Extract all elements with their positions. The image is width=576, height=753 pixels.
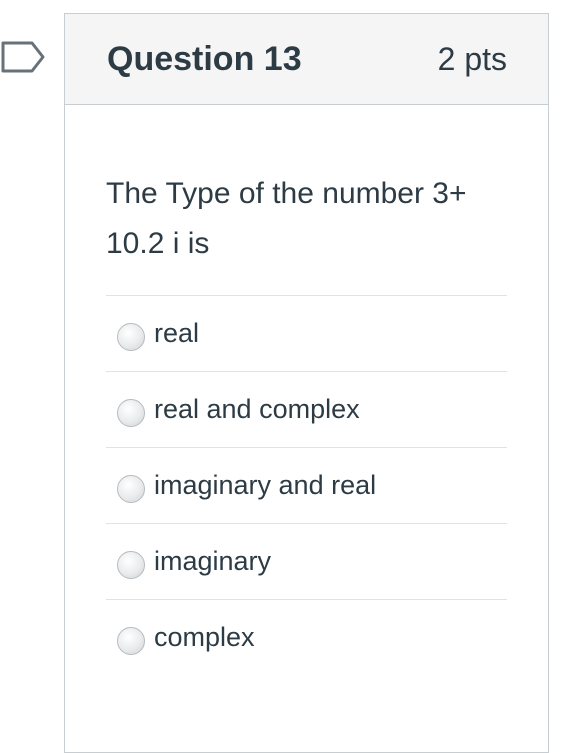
answer-label: real bbox=[154, 318, 200, 348]
question-text: The Type of the number 3+ 10.2 i is bbox=[106, 177, 467, 260]
flag-question-button[interactable] bbox=[0, 40, 48, 74]
question-card: Question 13 2 pts The Type of the number… bbox=[64, 13, 549, 753]
question-points: 2 pts bbox=[437, 40, 507, 77]
answer-label: real and complex bbox=[154, 394, 360, 424]
question-header: Question 13 2 pts bbox=[65, 14, 548, 105]
answer-list: real real and complex imaginary and real… bbox=[106, 295, 507, 675]
answer-label: complex bbox=[154, 622, 255, 652]
answer-label: imaginary and real bbox=[154, 470, 377, 500]
flag-icon bbox=[1, 41, 45, 73]
answer-option[interactable]: real and complex bbox=[106, 372, 507, 448]
radio-button[interactable] bbox=[117, 322, 145, 351]
answer-option[interactable]: real bbox=[106, 296, 507, 372]
radio-button[interactable] bbox=[117, 474, 145, 503]
radio-button[interactable] bbox=[117, 398, 145, 427]
answer-option[interactable]: imaginary and real bbox=[106, 448, 507, 524]
radio-button[interactable] bbox=[117, 550, 145, 579]
answer-option[interactable]: imaginary bbox=[106, 524, 507, 600]
answer-label: imaginary bbox=[154, 546, 272, 576]
question-body: The Type of the number 3+ 10.2 i is real… bbox=[65, 105, 548, 675]
answer-option[interactable]: complex bbox=[106, 600, 507, 675]
radio-button[interactable] bbox=[117, 626, 145, 655]
question-title: Question 13 bbox=[107, 39, 302, 78]
